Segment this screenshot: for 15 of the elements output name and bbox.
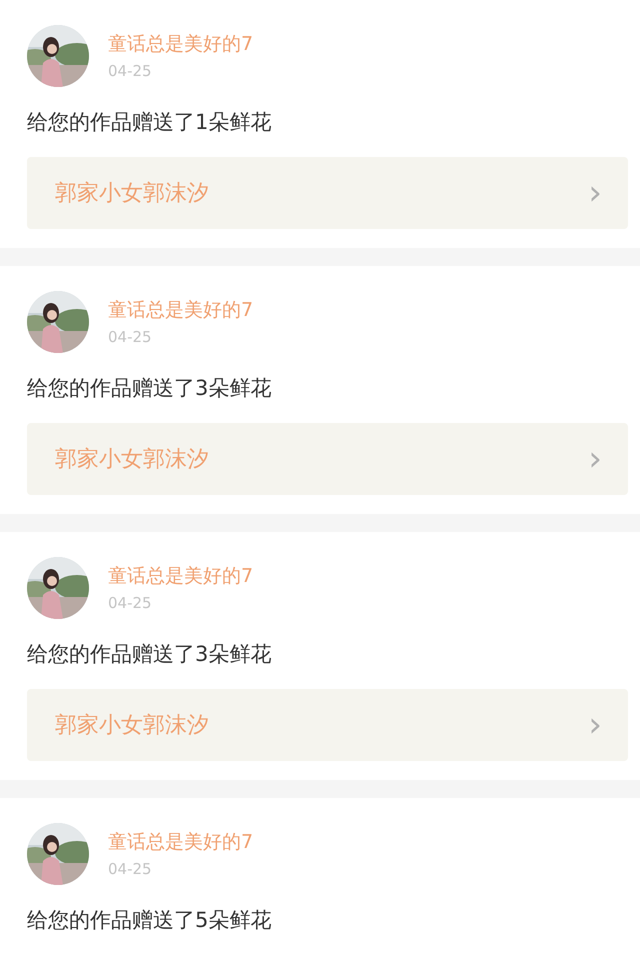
work-link[interactable]: 郭家小女郭沫汐 › xyxy=(27,157,628,229)
work-link[interactable]: 郭家小女郭沫汐 › xyxy=(27,423,628,495)
date-text: 04-25 xyxy=(108,326,153,346)
user-name[interactable]: 童话总是美好的7 xyxy=(108,830,254,854)
user-name[interactable]: 童话总是美好的7 xyxy=(108,32,254,56)
message-text: 给您的作品赠送了1朵鲜花 xyxy=(27,109,272,136)
user-name[interactable]: 童话总是美好的7 xyxy=(108,298,254,322)
date-text: 04-25 xyxy=(108,592,153,612)
date-text: 04-25 xyxy=(108,858,153,878)
message-text: 给您的作品赠送了3朵鲜花 xyxy=(27,641,272,668)
message-text: 给您的作品赠送了5朵鲜花 xyxy=(27,907,272,934)
message-text: 给您的作品赠送了3朵鲜花 xyxy=(27,375,272,402)
user-name[interactable]: 童话总是美好的7 xyxy=(108,564,254,588)
work-link[interactable]: 郭家小女郭沫汐 › xyxy=(27,689,628,761)
date-text: 04-25 xyxy=(108,60,153,80)
